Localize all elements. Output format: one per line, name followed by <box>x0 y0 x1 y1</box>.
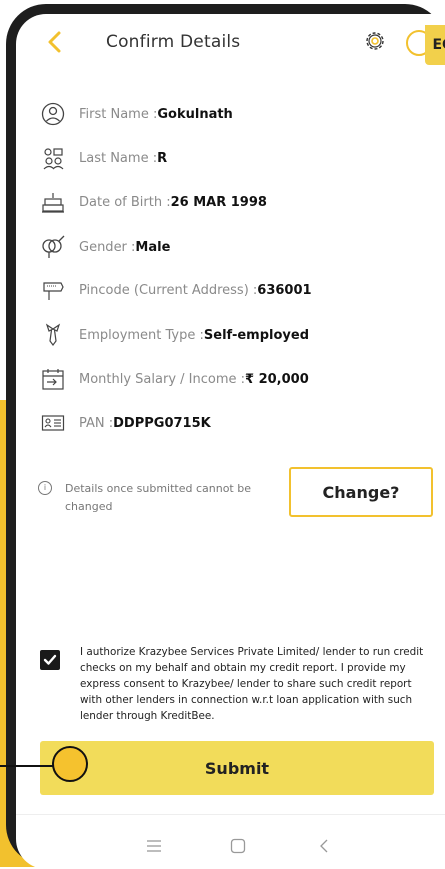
info-icon: i <box>38 481 52 495</box>
detail-value: R <box>157 150 168 166</box>
chevron-left-icon <box>320 839 328 853</box>
detail-row-first-name: First Name : Gokulnath <box>40 100 233 128</box>
detail-row-pan: PAN : DDPPG0715K <box>40 409 211 437</box>
nav-back-button[interactable] <box>314 836 334 856</box>
recent-apps-button[interactable] <box>144 836 164 856</box>
detail-row-gender: Gender : Male <box>40 233 170 261</box>
detail-label: Monthly Salary / Income : <box>79 371 246 387</box>
detail-label: Employment Type : <box>79 327 204 343</box>
menu-lines-icon <box>147 840 161 852</box>
detail-value: Self-employed <box>203 327 310 343</box>
detail-value: Male <box>135 239 171 255</box>
calendar-icon <box>40 366 66 392</box>
change-button[interactable]: Change? <box>289 467 433 517</box>
detail-row-employment: Employment Type : Self-employed <box>40 321 309 349</box>
detail-label: Gender : <box>79 239 136 255</box>
consent-checkbox[interactable] <box>40 650 60 670</box>
id-card-icon <box>40 410 66 436</box>
app-header: Confirm Details EG <box>16 14 445 74</box>
nav-divider <box>16 814 445 815</box>
consent-text: I authorize Krazybee Services Private Li… <box>80 646 424 722</box>
detail-row-salary: Monthly Salary / Income : ₹ 20,000 <box>40 365 309 393</box>
detail-row-dob: Date of Birth : 26 MAR 1998 <box>40 188 267 216</box>
system-navbar <box>16 820 445 869</box>
tutorial-pointer-line <box>0 765 56 767</box>
detail-label: Last Name : <box>79 150 158 166</box>
page-title: Confirm Details <box>106 32 241 52</box>
detail-value: DDPPG0715K <box>113 415 211 431</box>
home-button[interactable] <box>228 836 248 856</box>
chevron-left-icon <box>48 31 61 53</box>
detail-row-last-name: Last Name : R <box>40 144 167 172</box>
app-screen: Confirm Details EG First Name : Gokulnat… <box>16 14 445 869</box>
detail-label: PAN : <box>79 415 114 431</box>
submit-button[interactable]: Submit <box>40 741 434 795</box>
checkmark-icon <box>43 654 57 665</box>
family-icon <box>40 145 66 171</box>
phone-frame: Confirm Details EG First Name : Gokulnat… <box>6 4 445 869</box>
detail-label: Date of Birth : <box>79 194 171 210</box>
detail-value: 26 MAR 1998 <box>170 194 267 210</box>
detail-value: Gokulnath <box>157 106 233 122</box>
tutorial-pointer-circle <box>52 746 88 782</box>
detail-value: 636001 <box>257 282 312 298</box>
detail-label: Pincode (Current Address) : <box>79 282 258 298</box>
mailbox-icon <box>40 277 66 303</box>
back-button[interactable] <box>44 30 66 54</box>
cake-icon <box>40 189 66 215</box>
eg-badge[interactable]: EG <box>425 25 445 65</box>
square-icon <box>230 838 246 854</box>
settings-button[interactable] <box>362 28 388 54</box>
tie-icon <box>40 322 66 348</box>
gender-icon <box>40 234 66 260</box>
user-circle-icon <box>40 101 66 127</box>
note-text: Details once submitted cannot be changed <box>65 482 251 513</box>
gear-icon <box>366 32 384 50</box>
detail-value: ₹ 20,000 <box>245 371 309 387</box>
detail-label: First Name : <box>79 106 158 122</box>
detail-row-pincode: Pincode (Current Address) : 636001 <box>40 276 312 304</box>
